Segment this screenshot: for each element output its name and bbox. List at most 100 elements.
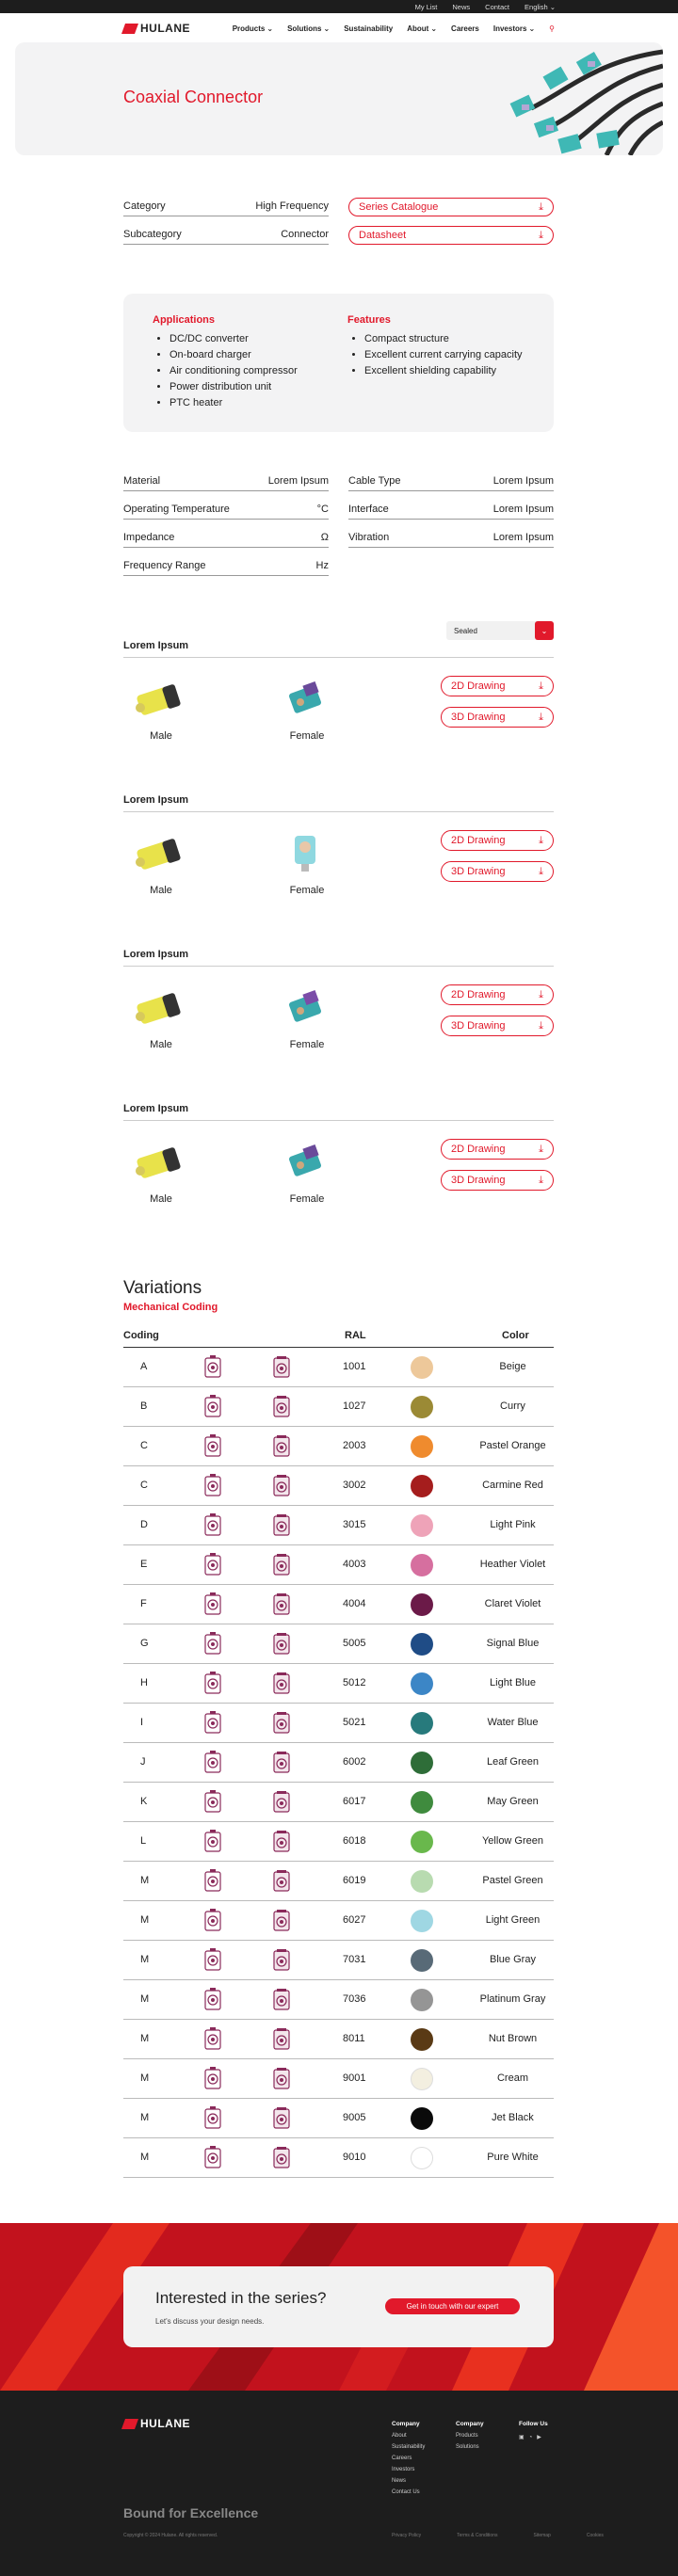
- male-connector-image: [136, 1147, 181, 1178]
- linkedin-icon[interactable]: ▣: [519, 2432, 525, 2443]
- color-name-cell: Leaf Green: [486, 1756, 540, 1768]
- footer-link[interactable]: Products: [456, 2430, 484, 2441]
- property-cable-type: Cable Type Lorem Ipsum: [348, 475, 554, 491]
- footer-link[interactable]: About: [392, 2430, 425, 2441]
- footer-link[interactable]: Sustainability: [392, 2441, 425, 2453]
- variations-header: Variations Mechanical Coding: [123, 1278, 554, 1313]
- footer-col-3: Follow Us ▣ ◔ ▶: [519, 2419, 548, 2443]
- drawing-3d-button[interactable]: 3D Drawing ⤓: [441, 707, 554, 728]
- nav-investors[interactable]: Investors ⌄: [493, 24, 535, 33]
- group-title: Lorem Ipsum: [123, 640, 554, 658]
- download-icon: ⤓: [539, 680, 543, 692]
- product-group: Lorem Ipsum Male Female 2D Drawing ⤓ 3D Drawi…: [123, 1103, 554, 1205]
- footer-link[interactable]: News: [392, 2475, 425, 2487]
- product-group: Lorem Ipsum Male Female 2D Drawing ⤓ 3D Drawi…: [123, 949, 554, 1050]
- footer-link[interactable]: Investors: [392, 2464, 425, 2475]
- nav-products[interactable]: Products ⌄: [233, 24, 273, 33]
- coding-male-icon: [204, 1355, 221, 1378]
- ral-cell: 6019: [343, 1875, 366, 1886]
- sitemap-link[interactable]: Sitemap: [533, 2533, 550, 2538]
- coding-male-icon: [204, 1988, 221, 2010]
- category-label: Category: [123, 200, 166, 212]
- download-icon: ⤓: [539, 1143, 543, 1155]
- coding-cell: G: [140, 1638, 149, 1649]
- footer-link[interactable]: Contact Us: [392, 2487, 425, 2498]
- contact-expert-button[interactable]: Get in touch with our expert: [385, 2298, 520, 2314]
- drawing-3d-button[interactable]: 3D Drawing ⤓: [441, 1016, 554, 1036]
- female-caption: Female: [289, 730, 325, 742]
- nav-solutions[interactable]: Solutions ⌄: [287, 24, 330, 33]
- coding-male-icon: [204, 1434, 221, 1457]
- my-list-link[interactable]: My List: [415, 3, 438, 11]
- property-frequency: Frequency Range Hz: [123, 560, 329, 576]
- logo[interactable]: HULANE: [121, 22, 190, 35]
- nav-about[interactable]: About ⌄: [407, 24, 437, 33]
- footer-link[interactable]: Solutions: [456, 2441, 484, 2453]
- table-body: A 1001 Beige B 1027 Curry C 2003 Pastel Orange C 3…: [123, 1348, 554, 2178]
- language-label: English: [525, 2, 548, 11]
- coding-cell: D: [140, 1519, 148, 1530]
- category-row: Category High Frequency: [123, 200, 329, 216]
- category-value: High Frequency: [255, 200, 329, 212]
- cta-text: Let's discuss your design needs.: [155, 2317, 265, 2326]
- sealed-select[interactable]: Sealed ⌄: [446, 621, 554, 640]
- wechat-icon[interactable]: ◔: [529, 2432, 533, 2443]
- footer-col-2: Company Products Solutions: [456, 2419, 484, 2453]
- main-nav: HULANE Products ⌄ Solutions ⌄ Sustainabili…: [0, 13, 678, 43]
- contact-link[interactable]: Contact: [485, 3, 509, 11]
- coding-cell: J: [140, 1756, 146, 1768]
- list-item: Power distribution unit: [170, 379, 298, 395]
- news-link[interactable]: News: [452, 3, 470, 11]
- color-name-cell: Light Green: [485, 1914, 541, 1926]
- property-value: Ω: [320, 532, 329, 543]
- subcategory-value: Connector: [281, 229, 329, 240]
- cookies-link[interactable]: Cookies: [587, 2533, 604, 2538]
- privacy-link[interactable]: Privacy Policy: [392, 2533, 421, 2538]
- coding-cell: H: [140, 1677, 148, 1688]
- coding-male-icon: [204, 1790, 221, 1813]
- drawing-3d-button[interactable]: 3D Drawing ⤓: [441, 861, 554, 882]
- color-swatch: [411, 1593, 433, 1616]
- product-group: Lorem Ipsum Male Female 2D Drawing ⤓ 3D Drawi…: [123, 794, 554, 896]
- drawing-2d-button[interactable]: 2D Drawing ⤓: [441, 830, 554, 851]
- female-connector-image: [288, 680, 322, 713]
- connector-cables-image: [509, 49, 663, 155]
- drawing-3d-button[interactable]: 3D Drawing ⤓: [441, 1170, 554, 1191]
- color-swatch: [411, 1475, 433, 1497]
- footer-col-title: Company: [392, 2421, 420, 2427]
- color-swatch: [411, 1554, 433, 1576]
- table-row: C 2003 Pastel Orange: [123, 1427, 554, 1466]
- coding-female-icon: [273, 2068, 290, 2089]
- color-swatch: [411, 1910, 433, 1932]
- drawing-2d-button[interactable]: 2D Drawing ⤓: [441, 1139, 554, 1160]
- table-row: E 4003 Heather Violet: [123, 1545, 554, 1585]
- chevron-down-icon: ⌄: [430, 24, 438, 33]
- footer-logo[interactable]: HULANE: [121, 2417, 190, 2430]
- drawing-2d-button[interactable]: 2D Drawing ⤓: [441, 984, 554, 1005]
- group-title: Lorem Ipsum: [123, 1103, 554, 1121]
- list-item: Air conditioning compressor: [170, 363, 298, 379]
- subcategory-label: Subcategory: [123, 229, 182, 240]
- youtube-icon[interactable]: ▶: [537, 2432, 541, 2443]
- color-name-cell: Pure White: [487, 2152, 539, 2163]
- datasheet-button[interactable]: Datasheet ⤓: [348, 226, 554, 245]
- footer-col-title: Follow Us: [519, 2421, 548, 2427]
- color-name-cell: Curry: [500, 1400, 525, 1412]
- nav-sustainability[interactable]: Sustainability: [344, 24, 393, 33]
- coding-male-icon: [204, 1474, 221, 1496]
- table-row: M 9005 Jet Black: [123, 2099, 554, 2138]
- coding-male-icon: [204, 1672, 221, 1694]
- logo-icon: [121, 2418, 139, 2429]
- series-catalogue-button[interactable]: Series Catalogue ⤓: [348, 198, 554, 216]
- footer-col-1: Company About Sustainability Careers Investo…: [392, 2419, 425, 2498]
- nav-careers[interactable]: Careers: [451, 24, 479, 33]
- search-icon[interactable]: ⚲: [549, 24, 555, 33]
- button-label: 3D Drawing: [451, 1175, 506, 1186]
- color-swatch: [411, 1514, 433, 1537]
- language-select[interactable]: English ⌄: [525, 3, 556, 11]
- footer-link[interactable]: Careers: [392, 2453, 425, 2464]
- ral-cell: 5012: [343, 1677, 366, 1688]
- terms-link[interactable]: Terms & Conditions: [457, 2533, 497, 2538]
- coding-cell: E: [140, 1559, 148, 1570]
- drawing-2d-button[interactable]: 2D Drawing ⤓: [441, 676, 554, 696]
